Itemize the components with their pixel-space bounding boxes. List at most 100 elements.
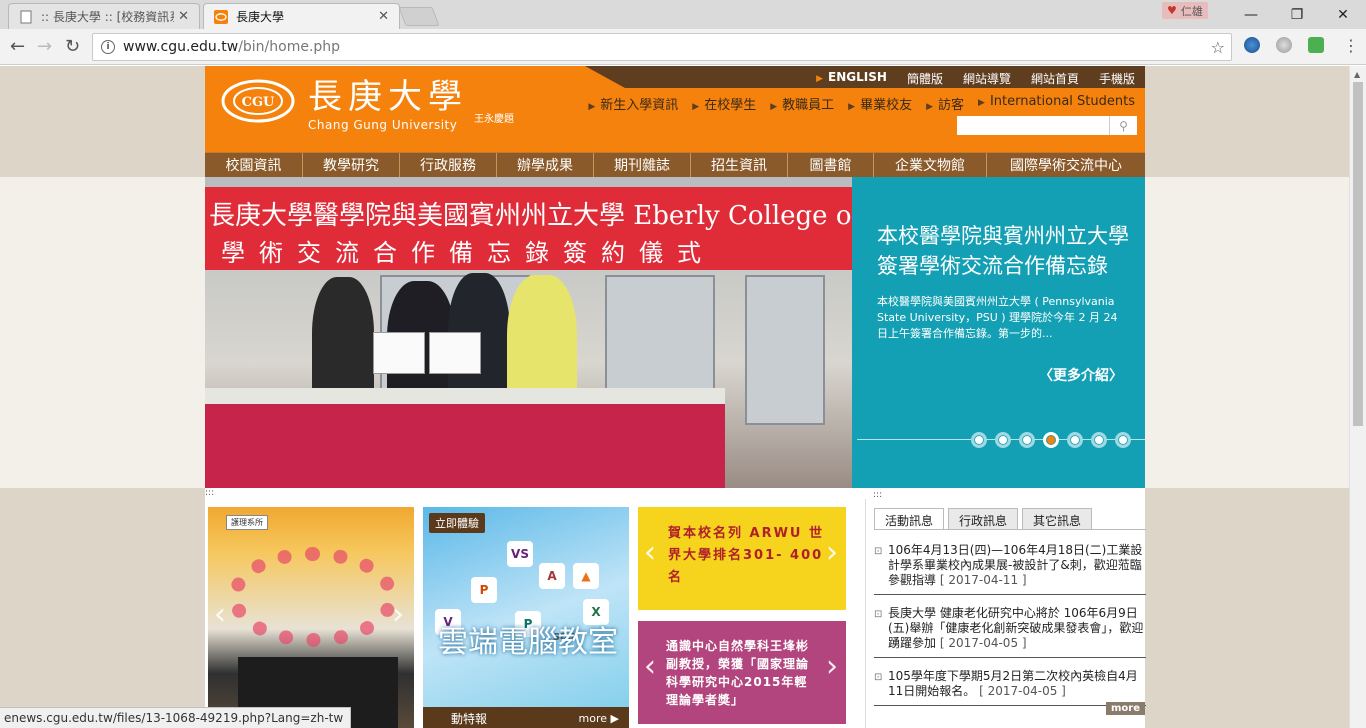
extension-gray-icon[interactable] — [1276, 37, 1292, 53]
close-tab-icon[interactable]: ✕ — [378, 9, 389, 24]
list-item[interactable]: ⊡ 長庚大學 健康老化研究中心將於 106年6月9日(五)舉辦「健康老化創新突破成… — [874, 603, 1146, 658]
menu-icon[interactable]: ⋮ — [1343, 36, 1359, 55]
hero-headline[interactable]: 本校醫學院與賓州州立大學簽署學術交流合作備忘錄 — [877, 221, 1129, 281]
top-links: ▶ ENGLISH 簡體版 網站導覽 網站首頁 手機版 — [816, 70, 1135, 87]
link-visitors[interactable]: ▶ 訪客 — [926, 94, 964, 113]
cloud-classroom-title: 雲端電腦教室 — [438, 625, 618, 660]
profile-name: 仁雄 — [1180, 4, 1203, 18]
profile-button[interactable]: ♥ 仁雄 — [1162, 2, 1208, 19]
cgu-favicon-icon — [214, 9, 228, 24]
access-icon: A — [539, 563, 565, 589]
tab-activity-news[interactable]: 活動訊息 — [874, 508, 945, 530]
link-home[interactable]: 網站首頁 — [1031, 70, 1079, 87]
reload-icon[interactable]: ↻ — [65, 36, 80, 57]
link-alumni[interactable]: ▶ 畢業校友 — [848, 94, 912, 113]
page-scrollbar[interactable]: ▲ — [1349, 66, 1366, 728]
prev-arrow-icon[interactable]: ‹ — [644, 535, 656, 570]
news-date: [ 2017-04-05 ] — [939, 636, 1027, 650]
slide-dot[interactable] — [1115, 432, 1131, 448]
search-icon[interactable]: ⚲ — [1109, 116, 1137, 135]
news-date: [ 2017-04-11 ] — [939, 573, 1027, 587]
site-info-icon[interactable]: i — [101, 40, 115, 54]
list-item[interactable]: ⊡ 105學年度下學期5月2日第二次校內英檢自4月11日開始報名。 [ 2017-… — [874, 666, 1146, 706]
slide-dot-active[interactable] — [1043, 432, 1059, 448]
url-text[interactable]: www.cgu.edu.tw/bin/home.php — [123, 39, 1211, 55]
web-page: ▶ ENGLISH 簡體版 網站導覽 網站首頁 手機版 ▶ 新生入學資訊 ▶ 在校學生… — [0, 66, 1366, 728]
right-background — [1145, 66, 1349, 728]
close-window-icon[interactable]: ✕ — [1320, 0, 1366, 29]
back-icon[interactable]: ← — [10, 36, 25, 57]
extension-green-icon[interactable] — [1308, 37, 1324, 53]
link-english[interactable]: ▶ ENGLISH — [816, 70, 887, 87]
scroll-thumb[interactable] — [1353, 82, 1363, 426]
nav-admin-services[interactable]: 行政服務 — [400, 153, 497, 177]
tab-cgu[interactable]: 長庚大學 ✕ — [203, 3, 400, 29]
bookmark-star-icon[interactable]: ☆ — [1211, 38, 1225, 57]
visual-studio-icon: VS — [507, 541, 533, 567]
link-staff[interactable]: ▶ 教職員工 — [770, 94, 834, 113]
slider-dots — [971, 432, 1131, 448]
cloud-classroom-tile[interactable]: 立即體驗 VS A ▲ P V P sas X 雲端電腦教室 動特報 more … — [423, 507, 629, 728]
prev-arrow-icon[interactable]: ‹ — [214, 597, 226, 632]
next-arrow-icon[interactable]: › — [392, 597, 404, 632]
cgu-emblem-icon: CGU — [221, 79, 295, 123]
list-item[interactable]: ⊡ 106年4月13日(四)—106年4月18日(二)工業設計學系畢業校內成果展-… — [874, 540, 1146, 595]
try-now-label: 立即體驗 — [429, 513, 485, 533]
link-international[interactable]: ▶ International Students — [978, 94, 1135, 113]
banner-line-1: 長庚大學醫學院與美國賓州州立大學 Eberly College of Scien… — [209, 201, 852, 231]
slide-dot[interactable] — [971, 432, 987, 448]
close-tab-icon[interactable]: ✕ — [178, 9, 189, 24]
bullet-icon: ⊡ — [874, 672, 883, 683]
link-sitemap[interactable]: 網站導覽 — [963, 70, 1011, 87]
nav-achievements[interactable]: 辦學成果 — [497, 153, 594, 177]
news-more-button[interactable]: more — [1105, 702, 1145, 715]
link-freshmen[interactable]: ▶ 新生入學資訊 — [588, 94, 678, 113]
tab-title: 長庚大學 — [236, 10, 285, 24]
site-logo[interactable]: CGU 長庚大學 Chang Gung University 王永慶題 — [220, 78, 514, 132]
extension-globe-icon[interactable] — [1244, 37, 1260, 53]
search-input[interactable] — [957, 116, 1109, 135]
banner-line-2: 學術交流合作備忘錄簽約儀式 — [221, 239, 715, 267]
slide-dot[interactable] — [995, 432, 1011, 448]
nav-library[interactable]: 圖書館 — [788, 153, 874, 177]
minimize-icon[interactable]: — — [1228, 0, 1274, 29]
slide-dot[interactable] — [1067, 432, 1083, 448]
link-students[interactable]: ▶ 在校學生 — [692, 94, 756, 113]
slide-dot[interactable] — [1019, 432, 1035, 448]
address-bar[interactable]: i www.cgu.edu.tw/bin/home.php ☆ — [92, 33, 1232, 61]
scroll-up-icon[interactable]: ▲ — [1354, 70, 1360, 79]
link-simplified[interactable]: 簡體版 — [907, 70, 943, 87]
next-arrow-icon[interactable]: › — [826, 649, 838, 684]
nav-campus-info[interactable]: 校園資訊 — [205, 153, 303, 177]
prev-arrow-icon[interactable]: ‹ — [644, 649, 656, 684]
nav-teaching-research[interactable]: 教學研究 — [303, 153, 400, 177]
nav-museum[interactable]: 企業文物館 — [874, 153, 987, 177]
arwu-ranking-tile[interactable]: 賀本校名列 ARWU 世界大學排名301- 400名 ‹ › — [638, 507, 846, 610]
powerpoint-icon: P — [471, 577, 497, 603]
new-tab-button[interactable] — [398, 7, 440, 26]
nav-admissions[interactable]: 招生資訊 — [691, 153, 788, 177]
link-mobile[interactable]: 手機版 — [1099, 70, 1135, 87]
science-award-tile[interactable]: 通識中心自然學科王埄彬副教授，榮獲「國家理論科學研究中心2015年輕理論學者獎」… — [638, 621, 846, 724]
slide-dot[interactable] — [1091, 432, 1107, 448]
restore-icon[interactable]: ❐ — [1274, 0, 1320, 29]
tab-admin-news[interactable]: 行政訊息 — [948, 508, 1019, 529]
signing-table — [205, 388, 725, 488]
hero-photo[interactable]: 長庚大學醫學院與美國賓州州立大學 Eberly College of Scien… — [205, 177, 852, 488]
tab-other-news[interactable]: 其它訊息 — [1022, 508, 1093, 529]
news-feature-bar: 動特報 more ▶ — [423, 707, 629, 728]
signed-document — [429, 332, 481, 374]
tab-title: :: 長庚大學 :: [校務資訊系 — [41, 10, 175, 24]
nav-journals[interactable]: 期刊雜誌 — [594, 153, 691, 177]
site-search: ⚲ — [957, 116, 1137, 135]
graduation-tile[interactable]: 護理系所 ‹ › — [208, 507, 414, 728]
next-arrow-icon[interactable]: › — [826, 535, 838, 570]
hero-more-link[interactable]: 〈更多介紹〉 — [1039, 365, 1123, 385]
nav-international-center[interactable]: 國際學術交流中心 — [987, 153, 1145, 177]
arwu-text: 賀本校名列 ARWU 世界大學排名301- 400名 — [668, 526, 825, 585]
audience-links: ▶ 新生入學資訊 ▶ 在校學生 ▶ 教職員工 ▶ 畢業校友 ▶ 訪客 ▶ Internati… — [588, 94, 1135, 113]
forward-icon[interactable]: → — [37, 36, 52, 57]
main-navigation: 校園資訊 教學研究 行政服務 辦學成果 期刊雜誌 招生資訊 圖書館 企業文物館 … — [205, 152, 1145, 177]
feature-more-link[interactable]: more ▶ — [579, 712, 619, 725]
tab-school-info[interactable]: :: 長庚大學 :: [校務資訊系 ✕ — [8, 3, 200, 29]
